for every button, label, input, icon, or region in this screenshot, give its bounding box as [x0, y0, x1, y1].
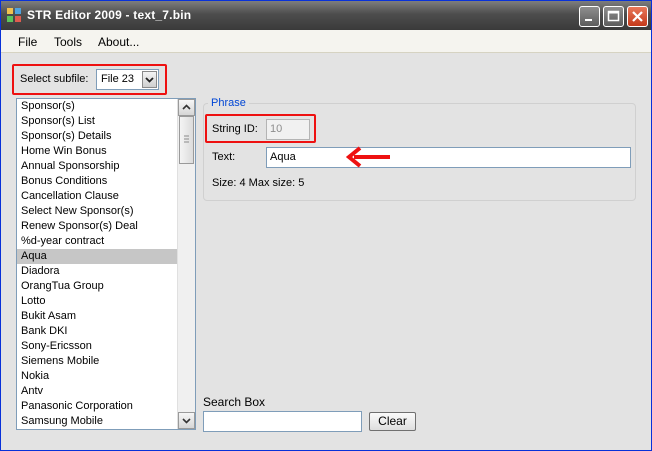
- list-item[interactable]: Sony-Ericsson: [17, 339, 195, 354]
- grip-icon: [184, 135, 189, 143]
- list-item[interactable]: Siemens Mobile: [17, 354, 195, 369]
- clear-button[interactable]: Clear: [369, 412, 416, 431]
- chevron-down-icon: [145, 77, 154, 83]
- phrase-list[interactable]: Sponsor(s) Sponsor(s) List Sponsor(s) Deta…: [16, 98, 196, 430]
- list-item[interactable]: %d-year contract: [17, 234, 195, 249]
- maximize-button[interactable]: [603, 6, 624, 27]
- list-item[interactable]: Aqua: [17, 249, 195, 264]
- list-item[interactable]: Bukit Asam: [17, 309, 195, 324]
- select-subfile-label: Select subfile:: [20, 73, 89, 85]
- main-panel: Select subfile: File 23 Sponsor(s) Sponso…: [1, 53, 651, 450]
- minimize-icon: [585, 19, 592, 21]
- size-info: Size: 4 Max size: 5: [212, 177, 305, 189]
- list-item[interactable]: Samsung Mobile: [17, 414, 195, 429]
- search-input[interactable]: [203, 411, 362, 432]
- menu-bar: File Tools About...: [1, 30, 651, 53]
- list-item[interactable]: Home Win Bonus: [17, 144, 195, 159]
- list-item[interactable]: Antv: [17, 384, 195, 399]
- close-icon: [632, 11, 643, 22]
- list-item[interactable]: Select New Sponsor(s): [17, 204, 195, 219]
- list-item[interactable]: Diadora: [17, 264, 195, 279]
- close-button[interactable]: [627, 6, 648, 27]
- list-item[interactable]: Sponsor(s): [17, 99, 195, 114]
- menu-file[interactable]: File: [18, 35, 37, 49]
- scroll-up-button[interactable]: [178, 99, 195, 116]
- title-bar[interactable]: STR Editor 2009 - text_7.bin: [1, 1, 651, 30]
- subfile-dropdown[interactable]: File 23: [96, 69, 159, 90]
- string-id-label: String ID:: [212, 123, 258, 135]
- scroll-down-button[interactable]: [178, 412, 195, 429]
- list-item[interactable]: Renew Sponsor(s) Deal: [17, 219, 195, 234]
- string-id-field: 10: [266, 119, 310, 140]
- subfile-value: File 23: [101, 73, 135, 85]
- maximize-icon: [607, 10, 620, 22]
- list-item[interactable]: Sponsor(s) Details: [17, 129, 195, 144]
- list-scrollbar[interactable]: [177, 99, 195, 429]
- list-item[interactable]: Bank DKI: [17, 324, 195, 339]
- list-item[interactable]: Nokia: [17, 369, 195, 384]
- search-box-label: Search Box: [203, 395, 266, 409]
- chevron-down-icon: [182, 418, 191, 424]
- menu-about[interactable]: About...: [98, 35, 139, 49]
- list-item[interactable]: Lotto: [17, 294, 195, 309]
- window-title: STR Editor 2009 - text_7.bin: [27, 8, 192, 22]
- minimize-button[interactable]: [579, 6, 600, 27]
- chevron-up-icon: [182, 104, 191, 110]
- list-item[interactable]: Panasonic Corporation: [17, 399, 195, 414]
- red-arrow-icon: [346, 146, 390, 168]
- list-item[interactable]: Sponsor(s) List: [17, 114, 195, 129]
- list-item[interactable]: Bonus Conditions: [17, 174, 195, 189]
- app-icon: [7, 8, 21, 22]
- list-item[interactable]: Annual Sponsorship: [17, 159, 195, 174]
- phrase-group-title: Phrase: [208, 97, 249, 109]
- app-window: STR Editor 2009 - text_7.bin File Tools …: [0, 0, 652, 451]
- phrase-list-items: Sponsor(s) Sponsor(s) List Sponsor(s) Deta…: [17, 99, 195, 429]
- scroll-thumb[interactable]: [179, 116, 194, 164]
- list-item[interactable]: OrangTua Group: [17, 279, 195, 294]
- text-field[interactable]: Aqua: [266, 147, 631, 168]
- text-label: Text:: [212, 151, 236, 163]
- menu-tools[interactable]: Tools: [54, 35, 82, 49]
- list-item[interactable]: Cancellation Clause: [17, 189, 195, 204]
- dropdown-button[interactable]: [142, 71, 157, 88]
